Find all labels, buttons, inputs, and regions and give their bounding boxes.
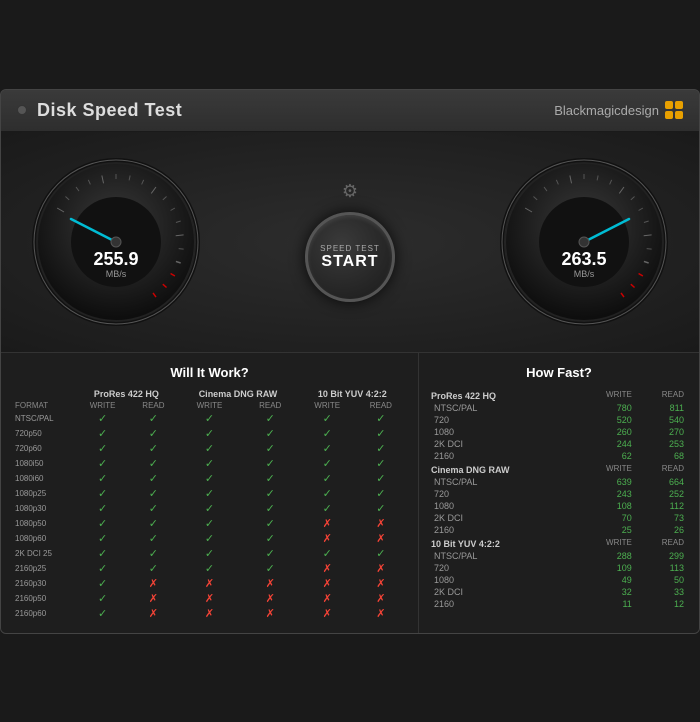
brand-dot [665,101,673,109]
svg-text:MB/s: MB/s [574,269,595,279]
fast-table: ProRes 422 HQ WRITE READ NTSC/PAL 780 81… [431,388,687,610]
fast-table-row: 2K DCI 244 253 [431,438,687,450]
start-label-top: SPEED TEST [320,244,380,253]
work-table-row: 720p60 ✓ ✓ ✓ ✓ ✓ ✓ [13,441,406,456]
fast-table-row: NTSC/PAL 288 299 [431,550,687,562]
work-table-row: 1080i50 ✓ ✓ ✓ ✓ ✓ ✓ [13,456,406,471]
brand-logo [665,101,683,119]
fast-table-row: 1080 108 112 [431,500,687,512]
will-it-work-title: Will It Work? [13,365,406,380]
fast-group-header: ProRes 422 HQ WRITE READ [431,388,687,402]
fast-table-row: 720 520 540 [431,414,687,426]
work-table-row: 1080p25 ✓ ✓ ✓ ✓ ✓ ✓ [13,486,406,501]
format-col-header: FORMAT [13,400,76,411]
work-table-row: 1080p50 ✓ ✓ ✓ ✓ ✗ ✗ [13,516,406,531]
fast-group-header: 10 Bit YUV 4:2:2 WRITE READ [431,536,687,550]
work-table-row: 720p50 ✓ ✓ ✓ ✓ ✓ ✓ [13,426,406,441]
work-table-row: 2160p60 ✓ ✗ ✗ ✗ ✗ ✗ [13,606,406,621]
start-button[interactable]: SPEED TEST START [305,212,395,302]
fast-table-row: 720 109 113 [431,562,687,574]
work-table: ProRes 422 HQ Cinema DNG RAW 10 Bit YUV … [13,388,406,621]
app-window: Disk Speed Test Blackmagicdesign [0,89,700,634]
work-table-row: 1080p60 ✓ ✓ ✓ ✓ ✗ ✗ [13,531,406,546]
fast-table-row: 2K DCI 70 73 [431,512,687,524]
fast-group-header: Cinema DNG RAW WRITE READ [431,462,687,476]
gauges-section: WRITE 255.9 MB/s ⚙ SPEED TEST START [1,132,699,352]
work-table-row: NTSC/PAL ✓ ✓ ✓ ✓ ✓ ✓ [13,411,406,426]
svg-text:MB/s: MB/s [106,269,127,279]
read-gauge-container: READ 263.5 MB/s [499,157,669,327]
fast-table-row: 1080 49 50 [431,574,687,586]
work-table-row: 1080p30 ✓ ✓ ✓ ✓ ✓ ✓ [13,501,406,516]
brand-dot [675,111,683,119]
write-gauge: WRITE 255.9 MB/s [31,157,201,327]
will-it-work-panel: Will It Work? ProRes 422 HQ Cinema DNG R… [1,353,419,633]
read-gauge: READ 263.5 MB/s [499,157,669,327]
brand-area: Blackmagicdesign [554,101,683,119]
fast-table-row: 2K DCI 32 33 [431,586,687,598]
svg-text:263.5: 263.5 [561,249,606,269]
data-section: Will It Work? ProRes 422 HQ Cinema DNG R… [1,352,699,633]
window-title: Disk Speed Test [37,100,182,121]
center-controls: ⚙ SPEED TEST START [305,181,395,302]
fast-table-row: 2160 25 26 [431,524,687,536]
svg-text:255.9: 255.9 [93,249,138,269]
fast-table-row: 1080 260 270 [431,426,687,438]
settings-icon[interactable]: ⚙ [342,181,358,202]
yuv-header: 10 Bit YUV 4:2:2 [299,388,406,400]
fast-table-row: 2160 62 68 [431,450,687,462]
prores-header: ProRes 422 HQ [76,388,178,400]
brand-dot [675,101,683,109]
title-bar: Disk Speed Test Blackmagicdesign [1,90,699,132]
how-fast-title: How Fast? [431,365,687,380]
fast-table-row: 720 243 252 [431,488,687,500]
how-fast-panel: How Fast? ProRes 422 HQ WRITE READ NTSC/… [419,353,699,633]
start-label-main: START [321,253,378,271]
work-table-row: 2K DCI 25 ✓ ✓ ✓ ✓ ✓ ✓ [13,546,406,561]
brand-name: Blackmagicdesign [554,103,659,118]
cinema-header: Cinema DNG RAW [177,388,298,400]
write-gauge-container: WRITE 255.9 MB/s [31,157,201,327]
brand-dot [665,111,673,119]
work-table-row: 2160p50 ✓ ✗ ✗ ✗ ✗ ✗ [13,591,406,606]
fast-table-row: NTSC/PAL 780 811 [431,402,687,414]
work-table-row: 2160p25 ✓ ✓ ✓ ✓ ✗ ✗ [13,561,406,576]
work-table-row: 1080i60 ✓ ✓ ✓ ✓ ✓ ✓ [13,471,406,486]
close-button[interactable] [17,105,27,115]
fast-table-row: NTSC/PAL 639 664 [431,476,687,488]
fast-table-row: 2160 11 12 [431,598,687,610]
work-table-row: 2160p30 ✓ ✗ ✗ ✗ ✗ ✗ [13,576,406,591]
